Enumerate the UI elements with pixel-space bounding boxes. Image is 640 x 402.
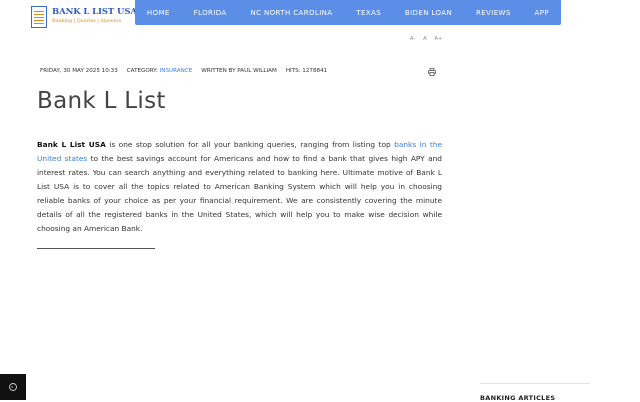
chat-icon xyxy=(9,383,17,391)
nav-item-biden-loan[interactable]: BIDEN LOAN xyxy=(405,9,452,17)
body-text-1: is one stop solution for all your bankin… xyxy=(105,140,395,149)
category-link[interactable]: INSURANCE xyxy=(160,68,193,74)
increase-font-button[interactable]: A+ xyxy=(435,36,443,42)
nav-item-app[interactable]: APP xyxy=(535,9,549,17)
nav-item-reviews[interactable]: REVIEWS xyxy=(476,9,511,17)
reset-font-button[interactable]: A xyxy=(423,36,426,42)
brand-name: Bank L List USA xyxy=(37,140,106,149)
logo-title: BANK L LIST USA xyxy=(52,7,137,17)
site-logo[interactable]: BANK L LIST USA Banking | Queries | Answ… xyxy=(31,6,137,30)
published-date: FRIDAY, 30 MAY 2025 10:33 xyxy=(40,68,118,74)
decrease-font-button[interactable]: A- xyxy=(410,36,415,42)
article-meta: FRIDAY, 30 MAY 2025 10:33 CATEGORY: INSU… xyxy=(40,68,327,74)
category-label: CATEGORY: xyxy=(126,68,158,74)
page-title: Bank L List xyxy=(37,88,166,114)
nav-item-florida[interactable]: FLORIDA xyxy=(194,9,227,17)
main-nav: HOME FLORIDA NC NORTH CAROLINA TEXAS BID… xyxy=(135,0,561,25)
category: CATEGORY: INSURANCE xyxy=(127,68,192,74)
body-text-2: to the best savings account for American… xyxy=(37,154,442,233)
hits-count: HITS: 1278841 xyxy=(285,68,328,74)
logo-subtitle: Banking | Queries | Answers xyxy=(52,19,122,24)
sidebar-heading: BANKING ARTICLES xyxy=(480,394,556,402)
floating-widget-button[interactable] xyxy=(0,374,26,400)
print-icon[interactable] xyxy=(428,68,436,76)
author: WRITTEN BY PAUL WILLIAM xyxy=(201,68,277,74)
content-divider xyxy=(37,248,155,249)
font-size-controls: A- A A+ xyxy=(410,36,442,42)
article-body: Bank L List USA is one stop solution for… xyxy=(37,138,442,236)
document-icon xyxy=(31,6,47,28)
nav-item-north-carolina[interactable]: NC NORTH CAROLINA xyxy=(250,9,332,17)
sidebar-divider xyxy=(480,383,590,384)
nav-item-home[interactable]: HOME xyxy=(147,9,170,17)
nav-item-texas[interactable]: TEXAS xyxy=(356,9,381,17)
